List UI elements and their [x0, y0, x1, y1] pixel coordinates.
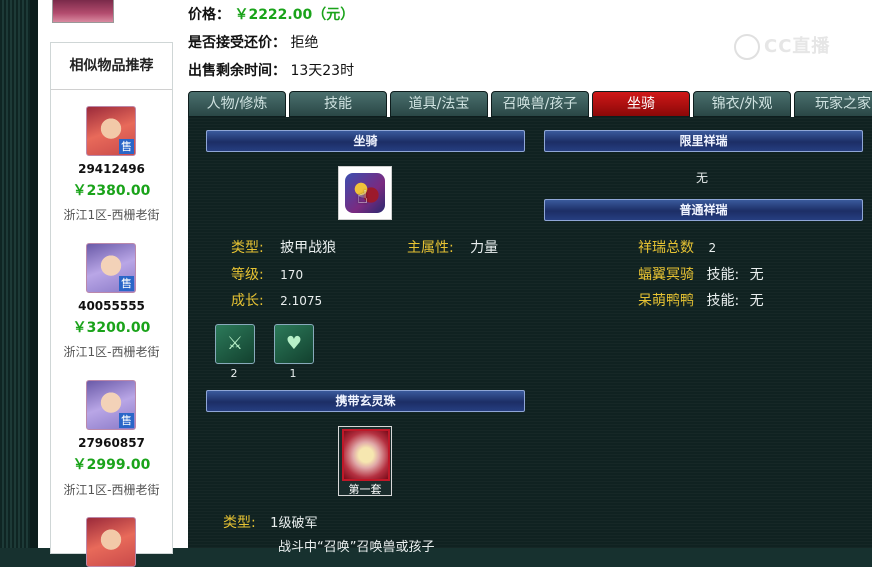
similar-item-price: ￥2999.00	[72, 457, 151, 473]
mount-panel: 坐骑 限里祥瑞 无 普通祥瑞 ☝ 类型: 披甲战狼 主属性: 力量 等级: 17…	[188, 117, 872, 555]
mount-growth-value: 2.1075	[280, 294, 323, 308]
orb-type-label: 类型:	[223, 515, 256, 531]
normal-xiangrui-header: 普通祥瑞	[544, 199, 863, 221]
orb-type-value: 1级破军	[270, 516, 318, 531]
similar-item-id[interactable]: 40055555	[51, 299, 172, 313]
orb-section-header: 携带玄灵珠	[206, 390, 525, 412]
limited-xiangrui-header: 限里祥瑞	[544, 130, 863, 152]
similar-item-thumbnail[interactable]	[86, 517, 136, 567]
price-row: 价格： ￥2222.00（元）	[188, 4, 354, 24]
mount-growth-label: 成长:	[231, 293, 264, 309]
mount-type-label: 类型:	[231, 240, 264, 256]
sale-badge: 售	[119, 413, 134, 428]
xiangrui-skill-value: 无	[749, 293, 764, 309]
orb-set-slot[interactable]: 第一套	[338, 426, 392, 496]
xiangrui-skill-label: 技能:	[706, 293, 740, 309]
tab-summons[interactable]: 召唤兽/孩子	[491, 91, 589, 117]
mount-type-row: 类型: 披甲战狼	[231, 237, 336, 257]
bargain-row: 是否接受还价： 拒绝	[188, 32, 318, 52]
similar-item-id[interactable]: 29412496	[51, 162, 172, 176]
main-attr-value: 力量	[470, 240, 499, 256]
sale-badge: 售	[119, 139, 134, 154]
xiangrui-skill-label: 技能:	[706, 267, 740, 283]
similar-item-server: 浙江1区-西栅老街	[63, 483, 160, 497]
mount-level-label: 等级:	[231, 267, 264, 283]
detail-tabs: 人物/修炼 技能 道具/法宝 召唤兽/孩子 坐骑 锦衣/外观 玩家之家	[188, 91, 872, 117]
left-decor-strip	[0, 0, 30, 548]
tab-outfit[interactable]: 锦衣/外观	[693, 91, 791, 117]
sale-badge: 售	[119, 276, 134, 291]
mount-skill-glyph-icon: ⚔	[226, 333, 244, 354]
similar-item-price: ￥2380.00	[72, 183, 151, 199]
similar-item-server: 浙江1区-西栅老街	[63, 345, 160, 359]
mount-section-header: 坐骑	[206, 130, 525, 152]
similar-item-server: 浙江1区-西栅老街	[63, 208, 160, 222]
mount-level-row: 等级: 170	[231, 264, 303, 284]
remaining-time-value: 13天23时	[290, 63, 355, 79]
similar-item-thumbnail[interactable]: 售	[86, 243, 136, 293]
seller-avatar	[52, 0, 114, 23]
remaining-time-label: 出售剩余时间：	[188, 63, 286, 79]
mount-skill-icon[interactable]: ⚔	[215, 324, 255, 364]
cursor-hand-icon: ☝	[357, 187, 368, 208]
orb-type-row: 类型: 1级破军	[223, 512, 317, 532]
watermark-text: CC直播	[764, 36, 831, 57]
similar-item-thumbnail[interactable]: 售	[86, 380, 136, 430]
mount-image[interactable]: ☝	[338, 166, 392, 220]
xiangrui-item-name: 呆萌鸭鸭	[638, 293, 694, 309]
tab-items[interactable]: 道具/法宝	[390, 91, 488, 117]
tab-mount[interactable]: 坐骑	[592, 91, 690, 117]
xiangrui-item-row: 蝠翼冥骑 技能: 无	[638, 264, 764, 284]
xiangrui-total-row: 祥瑞总数 2	[638, 237, 716, 257]
xiangrui-skill-value: 无	[749, 267, 764, 283]
tab-character[interactable]: 人物/修炼	[188, 91, 286, 117]
xiangrui-item-name: 蝠翼冥骑	[638, 267, 694, 283]
orb-set-label: 第一套	[348, 483, 382, 496]
mount-skill-count: 1	[289, 367, 297, 380]
xiangrui-item-row: 呆萌鸭鸭 技能: 无	[638, 290, 764, 310]
tab-skills[interactable]: 技能	[289, 91, 387, 117]
xiangrui-total-label: 祥瑞总数	[638, 240, 694, 256]
mount-level-value: 170	[280, 268, 304, 282]
orb-description: 战斗中“召唤”召唤兽或孩子	[278, 536, 434, 555]
xiangrui-total-value: 2	[708, 241, 717, 255]
price-value: ￥2222.00（元）	[234, 7, 355, 23]
left-decor-edge	[30, 0, 38, 548]
mount-growth-row: 成长: 2.1075	[231, 290, 322, 310]
mount-skill-count: 2	[230, 367, 238, 380]
remaining-time-row: 出售剩余时间： 13天23时	[188, 60, 354, 80]
similar-item-id[interactable]: 27960857	[51, 436, 172, 450]
shield-skill-glyph-icon: ♥	[285, 333, 303, 354]
limited-xiangrui-value: 无	[696, 171, 709, 185]
price-label: 价格：	[188, 7, 230, 23]
shield-skill-icon[interactable]: ♥	[274, 324, 314, 364]
orb-icon	[342, 429, 390, 481]
sidebar-title: 相似物品推荐	[51, 43, 172, 90]
main-attr-row: 主属性: 力量	[407, 237, 498, 257]
bargain-value: 拒绝	[290, 35, 319, 51]
mount-type-value: 披甲战狼	[280, 240, 337, 256]
similar-item-thumbnail[interactable]: 售	[86, 106, 136, 156]
bargain-label: 是否接受还价：	[188, 35, 286, 51]
watermark: CC直播	[734, 32, 830, 60]
similar-item-price: ￥3200.00	[72, 320, 151, 336]
main-attr-label: 主属性:	[407, 240, 454, 256]
similar-items-sidebar: 相似物品推荐 售 29412496 ￥2380.00 浙江1区-西栅老街 售 4…	[50, 42, 173, 567]
tab-player-home[interactable]: 玩家之家	[794, 91, 872, 117]
watermark-logo-icon	[734, 34, 760, 60]
